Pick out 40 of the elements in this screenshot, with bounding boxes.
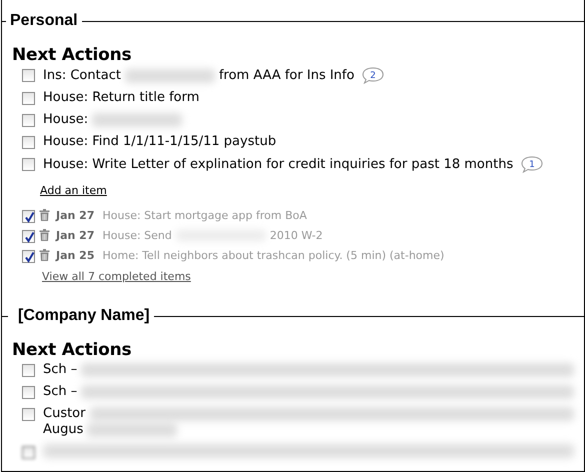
- task-text: House: Find 1/1/11-1/15/11 paystub: [43, 134, 276, 150]
- checkbox[interactable]: [22, 408, 35, 421]
- task-text: House:: [43, 112, 88, 128]
- list-heading: Next Actions: [12, 45, 132, 65]
- task-text: Sch –: [43, 384, 78, 400]
- checkbox[interactable]: [22, 230, 35, 242]
- completion-date: Jan 27: [56, 208, 94, 222]
- section-title: Personal: [9, 14, 79, 28]
- list-heading: Next Actions: [12, 340, 132, 360]
- task-text: House: Start mortgage app from BoA: [102, 208, 307, 222]
- checkbox[interactable]: [22, 158, 35, 171]
- completion-date: Jan 27: [56, 228, 94, 242]
- checkbox[interactable]: [22, 364, 35, 377]
- checkbox[interactable]: [22, 386, 35, 399]
- task-text: House: Return title form: [43, 90, 200, 106]
- trash-icon[interactable]: [39, 229, 50, 241]
- checkbox[interactable]: [22, 136, 35, 149]
- comment-count-icon[interactable]: 2: [362, 67, 384, 84]
- task-text: House: Send: [102, 228, 172, 242]
- checkbox[interactable]: [22, 92, 35, 105]
- completion-date: Jan 25: [56, 248, 94, 262]
- checkbox[interactable]: [22, 250, 35, 262]
- task-text: Home: Tell neighbors about trashcan policy. (5 min) (at-home): [102, 248, 444, 262]
- checkbox[interactable]: [22, 69, 35, 82]
- task-text: Sch –: [43, 362, 78, 378]
- checkbox[interactable]: [22, 210, 35, 222]
- task-text: Ins: Contact: [43, 68, 121, 84]
- task-text: 2010 W-2: [270, 228, 323, 242]
- comment-count-icon[interactable]: 1: [521, 156, 544, 173]
- task-text: House: Write Letter of explination for credit inquiries for past 18 months: [43, 156, 514, 172]
- add-item-link[interactable]: Add an item: [40, 184, 107, 197]
- task-text: Augus: [43, 422, 84, 438]
- section-title: [Company Name]: [17, 309, 151, 323]
- checkbox[interactable]: [22, 446, 35, 459]
- task-text: Custor: [43, 406, 86, 422]
- view-completed-link[interactable]: View all 7 completed items: [42, 270, 191, 283]
- checkbox[interactable]: [22, 114, 35, 127]
- trash-icon[interactable]: [39, 249, 50, 261]
- trash-icon[interactable]: [39, 209, 50, 221]
- task-text: from AAA for Ins Info: [218, 68, 354, 84]
